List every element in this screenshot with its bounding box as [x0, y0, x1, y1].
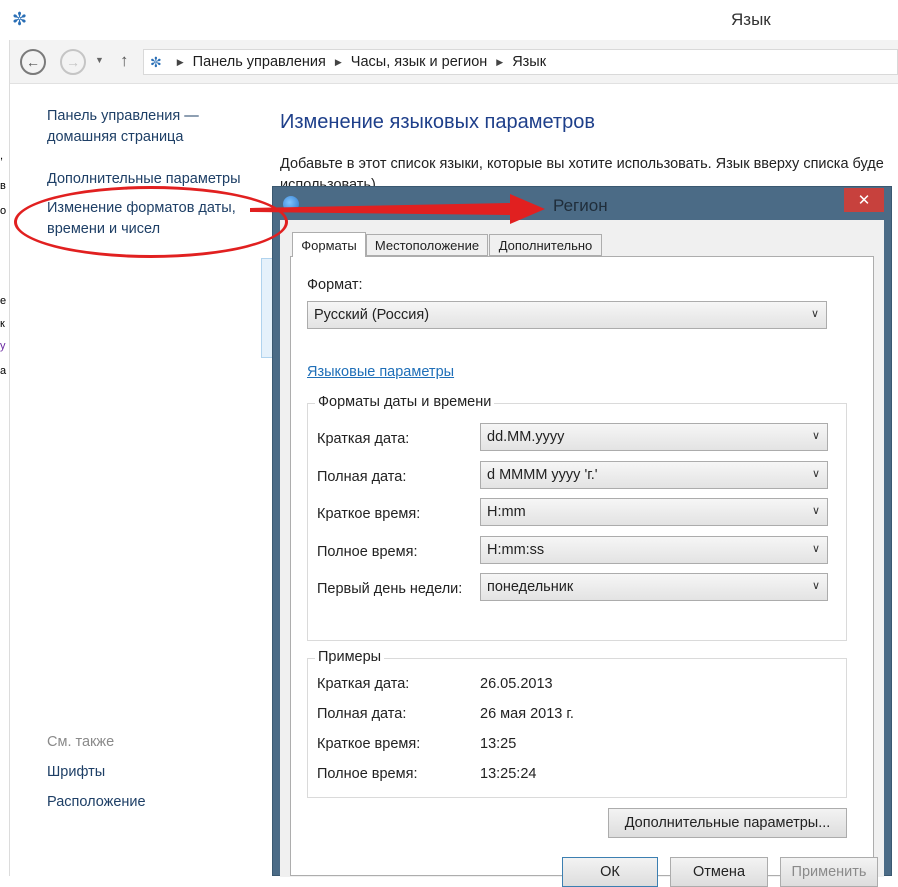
annotation-arrow-shape: [250, 194, 545, 224]
annotation-arrow: [250, 194, 545, 224]
tab-formats[interactable]: Форматы: [292, 232, 366, 257]
